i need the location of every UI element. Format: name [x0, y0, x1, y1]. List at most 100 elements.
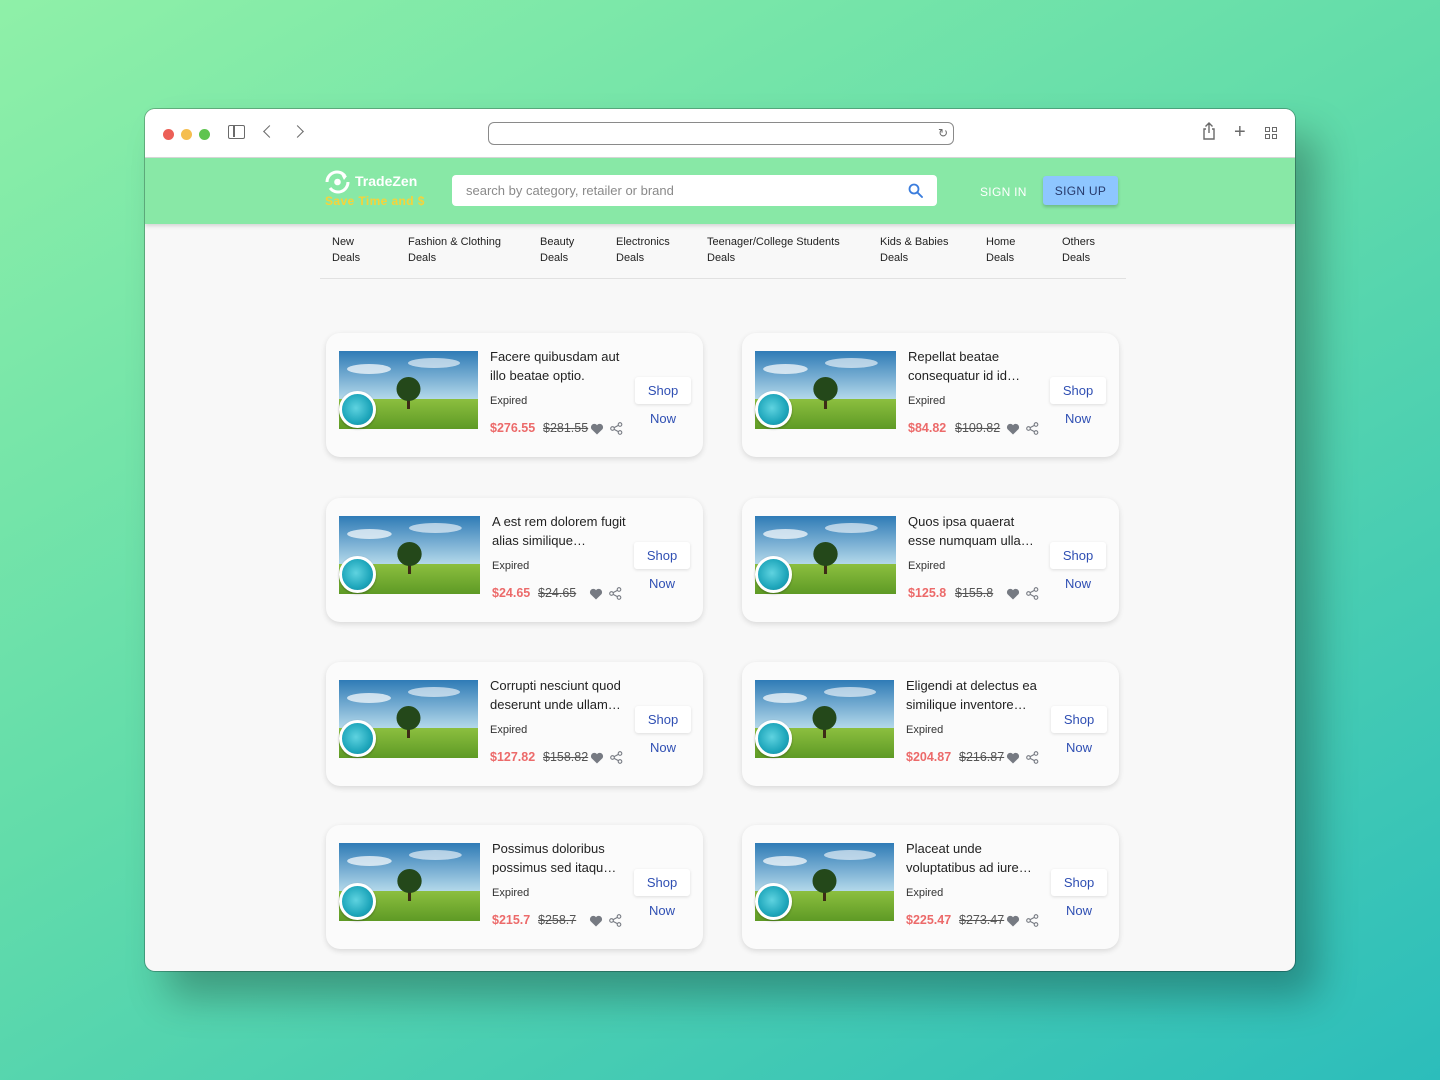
heart-icon[interactable] — [590, 422, 604, 436]
heart-icon[interactable] — [590, 751, 604, 765]
heart-icon[interactable] — [1006, 751, 1020, 765]
deal-card[interactable]: Eligendi at delectus ea similique invent… — [742, 662, 1119, 786]
heart-icon[interactable] — [1006, 914, 1020, 928]
deal-card[interactable]: Repellat beatae consequatur id id… Expir… — [742, 333, 1119, 457]
chevron-left-icon[interactable] — [263, 125, 276, 138]
retailer-avatar — [755, 556, 792, 593]
share-node-icon[interactable] — [1026, 587, 1039, 600]
shop-now-label[interactable]: Now — [1050, 576, 1106, 591]
deal-old-price: $158.82 — [543, 750, 589, 764]
share-node-icon[interactable] — [1026, 751, 1039, 764]
nav-label: Kids & Babies — [880, 236, 949, 248]
deal-card[interactable]: Quos ipsa quaerat esse numquam ulla… Exp… — [742, 498, 1119, 622]
signup-button[interactable]: SIGN UP — [1043, 176, 1118, 205]
chevron-right-icon[interactable] — [291, 125, 304, 138]
deal-price: $127.82 — [490, 750, 536, 764]
deal-title[interactable]: Repellat beatae consequatur id id… — [908, 347, 1043, 385]
shop-now-button[interactable]: Shop — [635, 706, 691, 733]
tabs-icon[interactable] — [1265, 127, 1278, 140]
share-icon[interactable] — [1201, 121, 1217, 149]
shop-now-button[interactable]: Shop — [1050, 377, 1106, 404]
retailer-avatar — [755, 720, 792, 757]
deal-title[interactable]: Possimus doloribus possimus sed itaqu… — [492, 839, 627, 877]
heart-icon[interactable] — [589, 914, 603, 928]
deal-price: $225.47 — [906, 913, 952, 927]
shop-now-label[interactable]: Now — [634, 576, 690, 591]
maximize-window-button[interactable] — [199, 129, 210, 140]
deal-price: $276.55 — [490, 421, 536, 435]
nav-item-home[interactable]: Home Deals — [986, 234, 1015, 266]
deal-card[interactable]: Corrupti nesciunt quod deserunt unde ull… — [326, 662, 703, 786]
shop-now-label[interactable]: Now — [1051, 903, 1107, 918]
nav-item-new-deals[interactable]: New Deals — [332, 234, 360, 266]
share-node-icon[interactable] — [609, 587, 622, 600]
shop-now-label[interactable]: Now — [634, 903, 690, 918]
search-icon[interactable] — [908, 183, 923, 198]
nav-item-others[interactable]: Others Deals — [1062, 234, 1095, 266]
search-input[interactable] — [466, 175, 886, 206]
shop-now-button[interactable]: Shop — [1051, 869, 1107, 896]
shop-now-label[interactable]: Now — [635, 411, 691, 426]
share-node-icon[interactable] — [1026, 422, 1039, 435]
reload-icon[interactable]: ↻ — [938, 125, 948, 142]
heart-icon[interactable] — [589, 587, 603, 601]
share-node-icon[interactable] — [610, 751, 623, 764]
deal-price: $215.7 — [492, 913, 531, 927]
plus-icon[interactable]: + — [1234, 120, 1246, 144]
deal-status: Expired — [906, 724, 944, 736]
deal-status: Expired — [906, 887, 944, 899]
nav-label: Beauty — [540, 236, 575, 248]
retailer-avatar — [755, 883, 792, 920]
nav-item-electronics[interactable]: Electronics Deals — [616, 234, 670, 266]
share-node-icon[interactable] — [609, 914, 622, 927]
deal-status: Expired — [908, 395, 946, 407]
heart-icon[interactable] — [1006, 587, 1020, 601]
shop-now-button[interactable]: Shop — [1050, 542, 1106, 569]
search-box — [452, 175, 937, 206]
browser-window: ↻ + TradeZen Save Time and $ search by c… — [145, 109, 1295, 971]
nav-sublabel: Deals — [332, 252, 361, 264]
heart-icon[interactable] — [1006, 422, 1020, 436]
shop-now-label[interactable]: Now — [1051, 740, 1107, 755]
deal-status: Expired — [490, 395, 528, 407]
share-node-icon[interactable] — [610, 422, 623, 435]
shop-now-button[interactable]: Shop — [1051, 706, 1107, 733]
nav-item-fashion-clothing[interactable]: Fashion & Clothing Deals — [408, 234, 501, 266]
address-bar[interactable]: ↻ — [488, 122, 954, 145]
browser-toolbar: ↻ + — [145, 109, 1295, 158]
close-window-button[interactable] — [163, 129, 174, 140]
deal-old-price: $155.8 — [955, 586, 994, 600]
nav-item-beauty[interactable]: Beauty Deals — [540, 234, 574, 266]
deal-price: $84.82 — [908, 421, 947, 435]
share-node-icon[interactable] — [1026, 914, 1039, 927]
site-header: TradeZen Save Time and $ SIGN IN SIGN UP — [145, 158, 1295, 224]
deal-title[interactable]: A est rem dolorem fugit alias similique… — [492, 512, 627, 550]
deal-card[interactable]: Placeat unde voluptatibus ad iure… Expir… — [742, 825, 1119, 949]
nav-sublabel: Deals — [540, 252, 569, 264]
deal-card[interactable]: A est rem dolorem fugit alias similique…… — [326, 498, 703, 622]
nav-label: Fashion & Clothing — [408, 236, 501, 248]
nav-item-teenager-college[interactable]: Teenager/College Students Deals — [707, 234, 840, 266]
deal-title[interactable]: Corrupti nesciunt quod deserunt unde ull… — [490, 676, 630, 714]
shop-now-button[interactable]: Shop — [634, 869, 690, 896]
signin-link[interactable]: SIGN IN — [980, 185, 1027, 199]
shop-now-button[interactable]: Shop — [635, 377, 691, 404]
deal-title[interactable]: Quos ipsa quaerat esse numquam ulla… — [908, 512, 1043, 550]
nav-label: New — [332, 236, 355, 248]
deal-old-price: $109.82 — [955, 421, 1001, 435]
retailer-avatar — [339, 556, 376, 593]
nav-item-kids-babies[interactable]: Kids & Babies Deals — [880, 234, 948, 266]
sidebar-icon[interactable] — [228, 125, 245, 139]
deal-card[interactable]: Facere quibusdam aut illo beatae optio. … — [326, 333, 703, 457]
minimize-window-button[interactable] — [181, 129, 192, 140]
deal-title[interactable]: Eligendi at delectus ea similique invent… — [906, 676, 1046, 714]
shop-now-label[interactable]: Now — [1050, 411, 1106, 426]
shop-now-button[interactable]: Shop — [634, 542, 690, 569]
deal-title[interactable]: Facere quibusdam aut illo beatae optio. — [490, 347, 625, 385]
deal-old-price: $273.47 — [959, 913, 1005, 927]
deal-card[interactable]: Possimus doloribus possimus sed itaqu… E… — [326, 825, 703, 949]
deal-title[interactable]: Placeat unde voluptatibus ad iure… — [906, 839, 1041, 877]
shop-now-label[interactable]: Now — [635, 740, 691, 755]
deal-old-price: $281.55 — [543, 421, 589, 435]
deal-price: $125.8 — [908, 586, 947, 600]
